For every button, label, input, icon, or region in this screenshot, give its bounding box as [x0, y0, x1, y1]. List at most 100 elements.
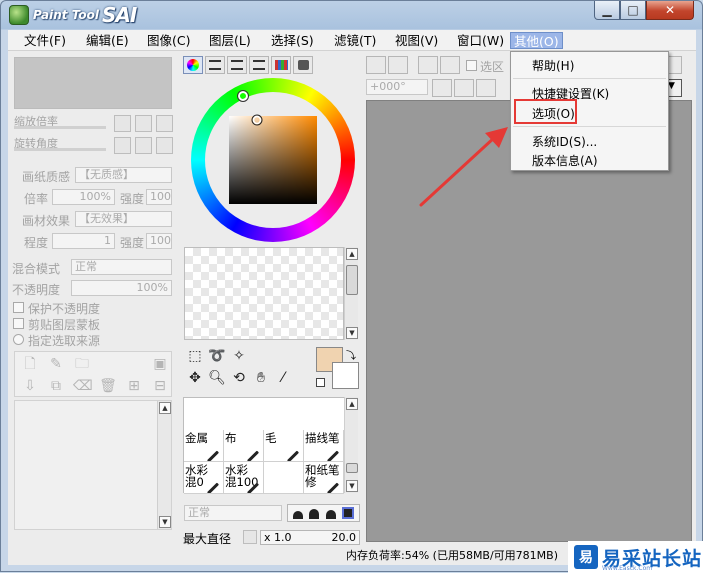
- hsv-slider-mode-button[interactable]: [227, 56, 247, 74]
- minimize-button[interactable]: ▁: [594, 1, 620, 20]
- scratchpad-scrollbar[interactable]: ▲ ▼: [344, 247, 358, 340]
- maximize-button[interactable]: □: [620, 1, 646, 20]
- rotate-ccw-button[interactable]: [432, 79, 452, 97]
- preserve-opacity-checkbox[interactable]: [13, 302, 24, 313]
- scratchpad-mode-button[interactable]: [293, 56, 313, 74]
- eyedropper-icon[interactable]: ⁄: [274, 369, 292, 387]
- rotate-cw-button[interactable]: [454, 79, 474, 97]
- new-layer-icon[interactable]: 🗋: [21, 355, 39, 373]
- rotate-icon[interactable]: ⟲: [230, 369, 248, 387]
- flatten-icon[interactable]: ⊟: [151, 377, 169, 395]
- scroll-up-icon[interactable]: ▲: [346, 248, 358, 260]
- zoom-out-button[interactable]: [114, 115, 131, 132]
- size-lock-button[interactable]: [243, 530, 257, 544]
- color-wheel[interactable]: [191, 78, 355, 242]
- maximize-icon: □: [627, 3, 639, 17]
- rotate-left-button[interactable]: [114, 137, 131, 154]
- brush-metal[interactable]: 金属: [184, 430, 224, 462]
- menu-item-version-info[interactable]: 版本信息(A): [532, 152, 598, 169]
- new-folder-icon[interactable]: 🗀: [73, 355, 91, 373]
- secondary-color-swatch[interactable]: [332, 362, 359, 389]
- blend-mode-select[interactable]: 正常: [71, 259, 172, 275]
- menu-other[interactable]: 其他(O): [510, 32, 563, 49]
- material-effect-select[interactable]: 【无效果】: [75, 211, 172, 227]
- brush-grid-scrollbar[interactable]: ▲ ▼: [344, 397, 358, 493]
- rgb-slider-mode-button[interactable]: [205, 56, 225, 74]
- paper-texture-select[interactable]: 【无质感】: [75, 167, 172, 183]
- scroll-thumb[interactable]: [346, 265, 358, 295]
- close-button[interactable]: ✕: [646, 1, 694, 20]
- scroll-down-icon[interactable]: ▼: [346, 480, 358, 492]
- hand-icon[interactable]: ✋︎: [252, 369, 270, 387]
- rect-select-icon[interactable]: ⬚: [186, 347, 204, 365]
- default-colors-icon[interactable]: [316, 378, 325, 387]
- scroll-up-icon[interactable]: ▲: [159, 402, 171, 414]
- scratchpad-area[interactable]: [184, 247, 344, 340]
- rotate-slider[interactable]: [14, 148, 106, 151]
- menu-view[interactable]: 视图(V): [392, 32, 441, 49]
- layer-list[interactable]: [14, 400, 172, 530]
- menu-layer[interactable]: 图层(L): [206, 32, 254, 49]
- merge-down-icon[interactable]: ⧉: [47, 377, 65, 395]
- rotate-reset-canvas-button[interactable]: [476, 79, 496, 97]
- layer-list-scrollbar[interactable]: ▲ ▼: [157, 401, 171, 529]
- redo-button[interactable]: [388, 56, 408, 74]
- zoom-reset-button[interactable]: [156, 115, 173, 132]
- scroll-up-icon[interactable]: ▲: [346, 398, 358, 410]
- brush-mode-select[interactable]: 正常: [184, 505, 282, 521]
- selection-source-radio[interactable]: [13, 334, 24, 345]
- brush-cloth[interactable]: 布: [224, 430, 264, 462]
- opacity-slider[interactable]: 100%: [71, 280, 172, 296]
- color-wheel-mode-button[interactable]: [183, 56, 203, 74]
- transfer-down-icon[interactable]: ⇩: [21, 377, 39, 395]
- clear-layer-icon[interactable]: ⌫: [73, 377, 93, 395]
- clipping-group-checkbox[interactable]: [13, 318, 24, 329]
- menu-file[interactable]: 文件(F): [21, 32, 69, 49]
- menu-edit[interactable]: 编辑(E): [83, 32, 132, 49]
- rotate-reset-button[interactable]: [156, 137, 173, 154]
- zoom-in-button[interactable]: [135, 115, 152, 132]
- swatches-mode-button[interactable]: [271, 56, 291, 74]
- merge-all-icon[interactable]: ⊞: [125, 377, 143, 395]
- paper-strength-field[interactable]: 100: [146, 189, 172, 205]
- brush-label: 布: [225, 431, 237, 445]
- brush-watercolor-0[interactable]: 水彩 混0: [184, 462, 224, 494]
- brush-fur[interactable]: 毛: [264, 430, 304, 462]
- brush-watercolor-100[interactable]: 水彩 混100: [224, 462, 264, 494]
- undo-button[interactable]: [366, 56, 386, 74]
- menu-item-system-id[interactable]: 系统ID(S)...: [532, 133, 597, 150]
- rotation-field[interactable]: +000°: [366, 79, 428, 95]
- scroll-down-icon[interactable]: ▼: [159, 516, 171, 528]
- menu-select[interactable]: 选择(S): [268, 32, 317, 49]
- delete-layer-icon[interactable]: 🗑: [99, 377, 117, 395]
- rotate-right-button[interactable]: [135, 137, 152, 154]
- brush-washi[interactable]: 和纸笔 修: [304, 462, 344, 494]
- effect-strength-field[interactable]: 100: [146, 233, 172, 249]
- color-mixer-mode-button[interactable]: [249, 56, 269, 74]
- deselect-button[interactable]: [418, 56, 438, 74]
- size-multiplier-field[interactable]: x 1.0 20.0: [260, 530, 360, 545]
- swap-colors-icon[interactable]: ⤵: [346, 347, 356, 362]
- effect-degree-field[interactable]: 1: [52, 233, 115, 249]
- menu-window[interactable]: 窗口(W): [454, 32, 507, 49]
- magic-wand-icon[interactable]: ✧: [230, 347, 248, 365]
- brush-empty-slot[interactable]: [264, 462, 304, 494]
- scroll-down-icon[interactable]: ▼: [346, 327, 358, 339]
- layer-toolbar: 🗋 ✎ 🗀 ▣ ⇩ ⧉ ⌫ 🗑 ⊞ ⊟: [14, 351, 172, 397]
- layer-mask-icon[interactable]: ▣: [151, 355, 169, 373]
- move-icon[interactable]: ✥: [186, 369, 204, 387]
- paper-scale-field[interactable]: 100%: [52, 189, 115, 205]
- scroll-thumb[interactable]: [346, 463, 358, 473]
- lasso-icon[interactable]: ➰: [208, 347, 226, 365]
- menu-item-help[interactable]: 帮助(H): [532, 57, 574, 74]
- brush-shape-selector[interactable]: [287, 504, 360, 522]
- new-linework-layer-icon[interactable]: ✎: [47, 355, 65, 373]
- zoom-icon[interactable]: 🔍︎: [208, 369, 226, 387]
- menu-filter[interactable]: 滤镜(T): [331, 32, 379, 49]
- zoom-slider[interactable]: [14, 126, 106, 129]
- invert-selection-button[interactable]: [440, 56, 460, 74]
- brush-lineart[interactable]: 描线笔: [304, 430, 344, 462]
- minimize-icon: ▁: [602, 3, 612, 17]
- menu-image[interactable]: 图像(C): [144, 32, 193, 49]
- show-selection-checkbox[interactable]: [466, 60, 477, 71]
